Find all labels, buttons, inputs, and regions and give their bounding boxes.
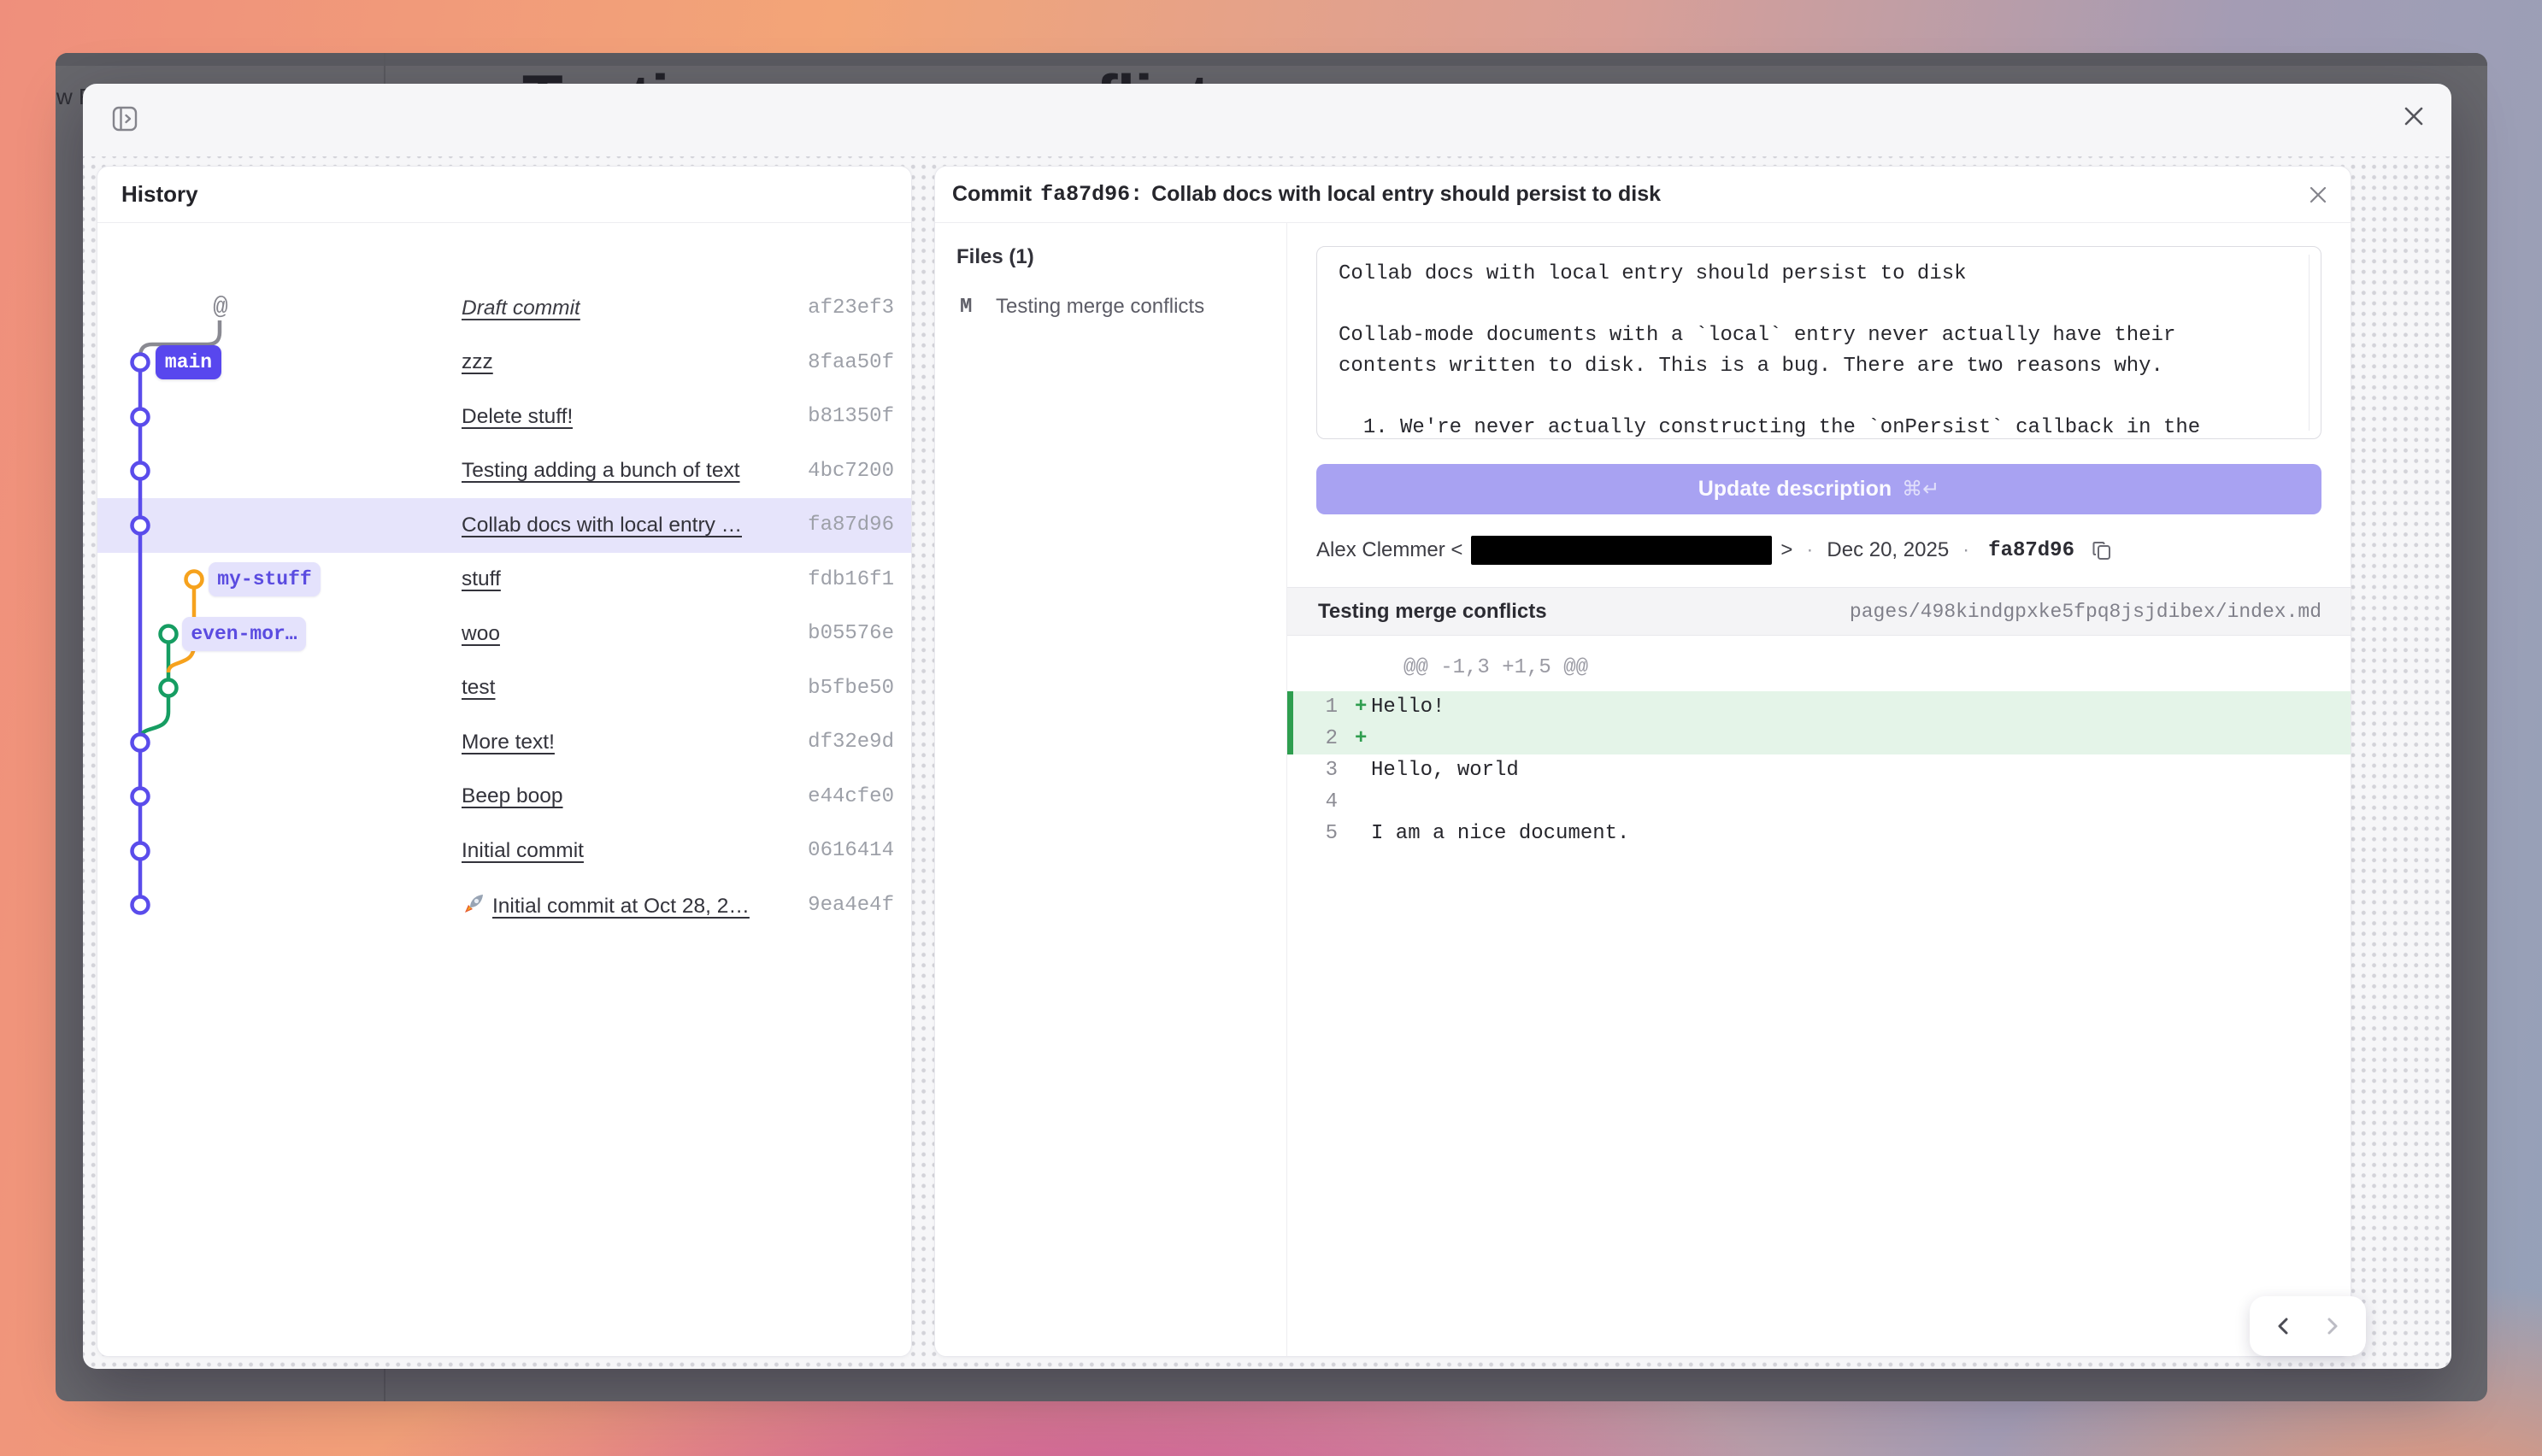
- copy-hash-icon[interactable]: [2090, 538, 2114, 562]
- commit-row[interactable]: Initial commit at Oct 28, 2… 9ea4e4f: [97, 878, 911, 933]
- diff-line-number: 2: [1293, 727, 1338, 750]
- commit-hash: e44cfe0: [808, 785, 894, 808]
- diff-line-text: Hello, world: [1371, 759, 1519, 782]
- diff-file-name: Testing merge conflicts: [1318, 600, 1547, 624]
- history-pager: [2250, 1296, 2366, 1356]
- diff-file-header: Testing merge conflicts pages/498kindgpx…: [1287, 587, 2351, 636]
- diff-line-number: 4: [1293, 790, 1338, 813]
- chevron-left-icon: [2273, 1315, 2295, 1337]
- prev-commit-button[interactable]: [2271, 1313, 2297, 1339]
- commit-title-link[interactable]: Collab docs with local entry …: [462, 514, 742, 537]
- commit-detail-panel: Commit fa87d96: Collab docs with local e…: [934, 166, 2351, 1357]
- diff-line-number: 3: [1293, 759, 1338, 782]
- history-panel-title: History: [97, 167, 911, 223]
- commit-hash: b05576e: [808, 622, 894, 645]
- history-modal: History Draft commit af23ef3 zzz 8faa50f…: [83, 84, 2451, 1369]
- commit-row[interactable]: Delete stuff! b81350f: [97, 390, 911, 444]
- commit-hash: fdb16f1: [808, 568, 894, 591]
- branch-badge-even-more: even-mor…: [182, 617, 306, 651]
- panel-close-icon[interactable]: [2308, 185, 2328, 205]
- separator-dot: ·: [1806, 538, 1813, 562]
- diff-line-number: 1: [1293, 696, 1338, 719]
- history-panel: History Draft commit af23ef3 zzz 8faa50f…: [97, 166, 912, 1357]
- commit-title-link[interactable]: More text!: [462, 731, 555, 754]
- files-count-label: Files (1): [956, 245, 1269, 269]
- update-description-label: Update description: [1698, 477, 1892, 502]
- commit-graph-area: Draft commit af23ef3 zzz 8faa50f Delete …: [97, 223, 911, 1357]
- commit-hash: 0616414: [808, 839, 894, 862]
- commit-hash: 8faa50f: [808, 351, 894, 374]
- commit-title-link[interactable]: Initial commit at Oct 28, 2…: [462, 892, 750, 919]
- diff-file-path: pages/498kindgpxke5fpq8jsjdibex/index.md: [1850, 601, 2321, 623]
- file-status-modified: M: [960, 296, 996, 319]
- file-name: Testing merge conflicts: [996, 295, 1204, 319]
- commit-hash: 4bc7200: [808, 460, 894, 483]
- diff-line: 3 Hello, world: [1287, 754, 2351, 786]
- commit-row[interactable]: Testing adding a bunch of text 4bc7200: [97, 444, 911, 499]
- file-row[interactable]: M Testing merge conflicts: [956, 295, 1269, 319]
- commit-description-input[interactable]: Collab docs with local entry should pers…: [1316, 246, 2321, 439]
- separator-dot: ·: [1962, 538, 1969, 562]
- diff-line-added: 1 + Hello!: [1287, 691, 2351, 723]
- commit-hash: af23ef3: [808, 296, 894, 320]
- commit-title-link[interactable]: test: [462, 676, 496, 700]
- author-name: Alex Clemmer <: [1316, 538, 1462, 562]
- diff-line: 4: [1287, 786, 2351, 818]
- commit-title-text: Initial commit at Oct 28, 2…: [492, 895, 750, 918]
- diff-body: @@ -1,3 +1,5 @@ 1 + Hello! 2 + 3 He: [1287, 636, 2351, 1357]
- commit-title-link[interactable]: Delete stuff!: [462, 405, 573, 429]
- commit-row[interactable]: Beep boop e44cfe0: [97, 770, 911, 825]
- commit-hash: 9ea4e4f: [808, 894, 894, 917]
- commit-author-row: Alex Clemmer < > · Dec 20, 2025 · fa87d9…: [1316, 535, 2321, 566]
- diff-line-text: Hello!: [1371, 696, 1445, 719]
- next-commit-button[interactable]: [2319, 1313, 2345, 1339]
- commit-header-hash: fa87d96:: [1040, 182, 1143, 207]
- branch-badge-main: main: [156, 345, 221, 379]
- commit-date: Dec 20, 2025: [1827, 538, 1949, 562]
- commit-row-selected[interactable]: Collab docs with local entry … fa87d96: [97, 498, 911, 553]
- commit-title-link[interactable]: woo: [462, 622, 500, 646]
- diff-line-text: I am a nice document.: [1371, 822, 1629, 845]
- commit-header-title: Collab docs with local entry should pers…: [1151, 182, 1661, 207]
- author-bracket: >: [1780, 538, 1792, 562]
- diff-line-added: 2 +: [1287, 723, 2351, 754]
- branch-badge-my-stuff: my-stuff: [209, 562, 321, 596]
- update-description-button[interactable]: Update description ⌘↵: [1316, 464, 2321, 514]
- commit-short-hash: fa87d96: [1988, 539, 2074, 562]
- description-scrollbar[interactable]: [2309, 255, 2310, 431]
- commit-hash: df32e9d: [808, 731, 894, 754]
- keyboard-shortcut-hint: ⌘↵: [1902, 477, 1939, 502]
- commit-detail-header: Commit fa87d96: Collab docs with local e…: [935, 167, 2351, 223]
- commit-header-prefix: Commit: [952, 182, 1032, 207]
- sidebar-toggle-icon[interactable]: [112, 106, 138, 132]
- commit-title-link[interactable]: stuff: [462, 567, 501, 591]
- modal-close-icon[interactable]: [2402, 104, 2426, 128]
- commit-row[interactable]: More text! df32e9d: [97, 715, 911, 770]
- commit-title-link[interactable]: Draft commit: [462, 296, 580, 320]
- commit-title-link[interactable]: Initial commit: [462, 839, 584, 863]
- commit-hash: fa87d96: [808, 514, 894, 537]
- diff-line: 5 I am a nice document.: [1287, 818, 2351, 849]
- diff-line-sign: +: [1338, 727, 1371, 750]
- redacted-email: [1471, 536, 1772, 565]
- head-marker: @: [206, 293, 235, 321]
- rocket-icon: [462, 892, 485, 916]
- commit-row[interactable]: test b5fbe50: [97, 661, 911, 716]
- diff-line-number: 5: [1293, 822, 1338, 845]
- commit-title-link[interactable]: zzz: [462, 350, 493, 374]
- commit-title-link[interactable]: Testing adding a bunch of text: [462, 459, 740, 483]
- diff-line-sign: +: [1338, 696, 1371, 719]
- modal-toolbar: [83, 84, 2451, 156]
- files-column: Files (1) M Testing merge conflicts: [935, 223, 1286, 1357]
- commit-row[interactable]: Initial commit 0616414: [97, 824, 911, 878]
- background-app-topbar: [56, 53, 2487, 66]
- commit-title-link[interactable]: Beep boop: [462, 784, 563, 808]
- commit-hash: b81350f: [808, 405, 894, 428]
- commit-hash: b5fbe50: [808, 677, 894, 700]
- diff-hunk-header: @@ -1,3 +1,5 @@: [1287, 653, 2351, 684]
- chevron-right-icon: [2321, 1315, 2343, 1337]
